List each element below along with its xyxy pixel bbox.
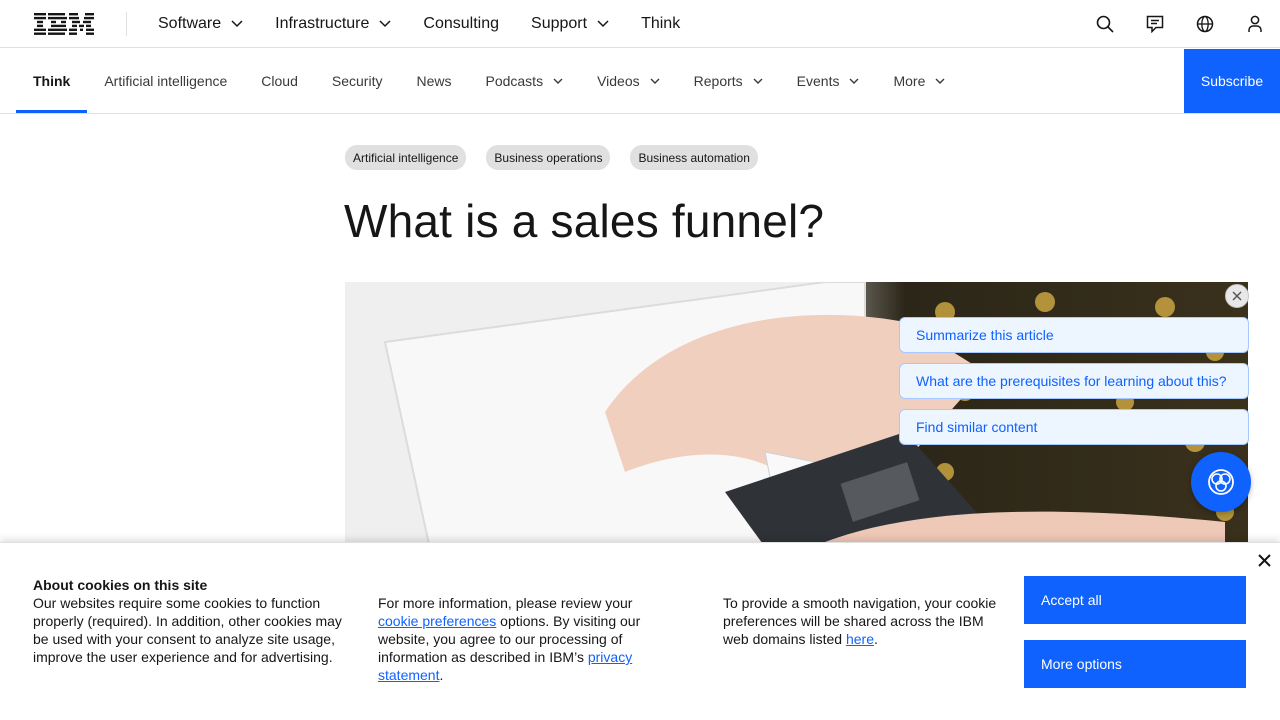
- close-icon: [1257, 553, 1271, 567]
- tag-artificial-intelligence[interactable]: Artificial intelligence: [345, 145, 467, 170]
- subnav-item-security[interactable]: Security: [315, 49, 400, 113]
- subnav-label: Podcasts: [485, 73, 544, 89]
- chevron-down-icon: [379, 20, 391, 28]
- cookie-heading: About cookies on this site: [33, 577, 208, 593]
- ai-panel-close-button[interactable]: [1225, 284, 1249, 308]
- subnav-item-events[interactable]: Events: [780, 49, 877, 113]
- cookie-domains: To provide a smooth navigation, your coo…: [723, 594, 998, 648]
- subnav-item-artificial-intelligence[interactable]: Artificial intelligence: [87, 49, 244, 113]
- top-nav-label: Infrastructure: [275, 15, 370, 32]
- subnav-label: More: [893, 73, 926, 89]
- subnav-label: Cloud: [261, 73, 298, 89]
- masthead: Software Infrastructure Consulting Suppo…: [0, 0, 1280, 48]
- cookie-close-button[interactable]: [1253, 549, 1275, 571]
- ai-assistant-icon: [1208, 469, 1234, 495]
- page-title: What is a sales funnel?: [344, 195, 825, 247]
- contact-button[interactable]: [1130, 0, 1180, 48]
- subnav-items: Think Artificial intelligence Cloud Secu…: [16, 49, 962, 113]
- subnav-label: News: [416, 73, 452, 89]
- ai-suggestion-prerequisites[interactable]: What are the prerequisites for learning …: [899, 363, 1249, 399]
- chevron-down-icon: [597, 20, 609, 28]
- top-nav-label: Consulting: [423, 15, 500, 32]
- close-icon: [1232, 291, 1242, 301]
- think-subnav: Think Artificial intelligence Cloud Secu…: [0, 49, 1280, 114]
- cookie-info-text: .: [439, 667, 444, 683]
- cookie-info: For more information, please review your…: [378, 594, 668, 684]
- subnav-item-reports[interactable]: Reports: [677, 49, 780, 113]
- cookie-intro-text: Our websites require some cookies to fun…: [33, 595, 342, 665]
- top-nav-label: Think: [641, 15, 681, 32]
- subnav-item-news[interactable]: News: [399, 49, 468, 113]
- top-nav-label: Software: [158, 15, 222, 32]
- ai-suggestion-summarize[interactable]: Summarize this article: [899, 317, 1249, 353]
- search-icon: [1096, 15, 1114, 33]
- subnav-label: Videos: [597, 73, 640, 89]
- subnav-label: Events: [796, 73, 840, 89]
- top-nav-software[interactable]: Software: [158, 0, 243, 48]
- article-tags: Artificial intelligence Business operati…: [345, 145, 778, 170]
- ai-suggestion-similar[interactable]: Find similar content: [899, 409, 1249, 445]
- top-nav-support[interactable]: Support: [531, 0, 609, 48]
- ai-assistant-button[interactable]: [1191, 452, 1251, 512]
- top-nav-label: Support: [531, 15, 588, 32]
- tag-business-operations[interactable]: Business operations: [486, 145, 611, 170]
- chevron-down-icon: [553, 78, 563, 84]
- globe-icon: [1196, 15, 1214, 33]
- subscribe-button[interactable]: Subscribe: [1184, 49, 1280, 113]
- more-options-button[interactable]: More options: [1024, 640, 1246, 688]
- cookie-info-text: For more information, please review your: [378, 595, 633, 611]
- subnav-label: Reports: [693, 73, 743, 89]
- top-nav-think[interactable]: Think: [641, 0, 680, 48]
- language-button[interactable]: [1180, 0, 1230, 48]
- chevron-down-icon: [231, 20, 243, 28]
- top-nav: Software Infrastructure Consulting Suppo…: [158, 0, 712, 48]
- chevron-down-icon: [849, 78, 859, 84]
- subnav-item-more[interactable]: More: [876, 49, 962, 113]
- subnav-label: Artificial intelligence: [104, 73, 228, 89]
- top-nav-infrastructure[interactable]: Infrastructure: [275, 0, 391, 48]
- subnav-label: Security: [331, 73, 383, 89]
- cookie-banner: About cookies on this site Our websites …: [0, 542, 1280, 720]
- user-icon: [1248, 15, 1262, 32]
- subnav-item-podcasts[interactable]: Podcasts: [468, 49, 580, 113]
- tag-business-automation[interactable]: Business automation: [630, 145, 758, 170]
- subnav-label: Think: [33, 73, 71, 89]
- chevron-down-icon: [650, 78, 660, 84]
- profile-button[interactable]: [1230, 0, 1280, 48]
- utility-bar: [1080, 0, 1280, 48]
- accept-all-button[interactable]: Accept all: [1024, 576, 1246, 624]
- cookie-preferences-link[interactable]: cookie preferences: [378, 613, 496, 629]
- search-button[interactable]: [1080, 0, 1130, 48]
- top-nav-consulting[interactable]: Consulting: [423, 0, 499, 48]
- chevron-down-icon: [753, 78, 763, 84]
- ibm-logo[interactable]: [34, 13, 94, 35]
- cookie-intro: About cookies on this site Our websites …: [33, 576, 343, 666]
- subnav-item-think[interactable]: Think: [16, 49, 88, 113]
- chevron-down-icon: [935, 78, 945, 84]
- masthead-divider: [126, 12, 127, 36]
- subnav-item-cloud[interactable]: Cloud: [244, 49, 315, 113]
- subnav-item-videos[interactable]: Videos: [580, 49, 677, 113]
- chat-icon: [1146, 15, 1164, 33]
- domains-here-link[interactable]: here: [846, 631, 874, 647]
- cookie-domains-text: .: [873, 631, 878, 647]
